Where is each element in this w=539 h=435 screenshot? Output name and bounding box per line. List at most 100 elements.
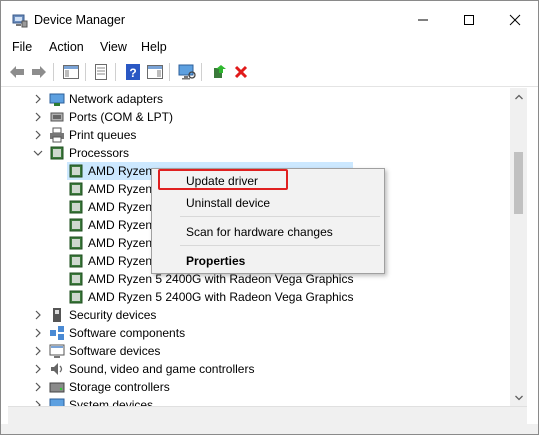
device-manager-app-icon [12, 12, 28, 28]
tree-item-sound-video[interactable]: Sound, video and game controllers [8, 360, 510, 378]
context-menu-properties[interactable]: Properties [186, 254, 245, 268]
context-menu-separator [180, 216, 380, 217]
network-adapter-icon [49, 93, 65, 106]
show-hide-tree-icon [63, 65, 79, 79]
tree-item-label: AMD Ryzen [88, 236, 153, 250]
tree-item-ports[interactable]: Ports (COM & LPT) [8, 108, 510, 126]
context-menu-uninstall-device[interactable]: Uninstall device [186, 196, 270, 210]
tree-item-label: AMD Ryzen [88, 200, 153, 214]
update-driver-button[interactable] [209, 62, 229, 82]
tree-item-label: AMD Ryzen [88, 164, 153, 178]
tree-item-cpu[interactable]: AMD Ryzen 5 2400G with Radeon Vega Graph… [8, 288, 510, 306]
system-device-icon [49, 398, 65, 406]
action-pane-icon [147, 65, 163, 79]
chevron-up-icon [514, 94, 523, 99]
scroll-down-button[interactable] [510, 389, 527, 406]
cpu-chip-icon [69, 272, 83, 286]
menu-action[interactable]: Action [49, 40, 84, 54]
tree-item-storage-controllers[interactable]: Storage controllers [8, 378, 510, 396]
cpu-chip-icon [69, 164, 83, 178]
scan-hardware-button[interactable] [177, 62, 197, 82]
cpu-chip-icon [69, 254, 83, 268]
tree-item-label: Sound, video and game controllers [69, 362, 255, 376]
chevron-down-icon [514, 395, 523, 400]
maximize-icon [464, 15, 474, 25]
properties-button[interactable] [91, 62, 111, 82]
storage-icon [49, 382, 65, 393]
vertical-scrollbar[interactable] [510, 88, 527, 406]
menu-help[interactable]: Help [141, 40, 167, 54]
menu-bar: File Action View Help [1, 39, 538, 58]
scrollbar-thumb[interactable] [514, 152, 523, 214]
tree-item-label: Software components [69, 326, 186, 340]
tree-item-label: AMD Ryzen [88, 218, 153, 232]
menu-view[interactable]: View [100, 40, 127, 54]
back-icon [10, 66, 24, 78]
toolbar-separator [85, 63, 86, 81]
menu-file[interactable]: File [12, 40, 32, 54]
forward-icon [32, 66, 46, 78]
tree-item-label: Print queues [69, 128, 137, 142]
tree-item-software-components[interactable]: Software components [8, 324, 510, 342]
chevron-right-icon[interactable] [33, 130, 43, 140]
tree-item-label: Processors [69, 146, 130, 160]
sound-icon [51, 363, 63, 375]
update-driver-icon [214, 65, 226, 78]
scan-hardware-icon [178, 64, 196, 80]
minimize-icon [418, 19, 428, 21]
chevron-right-icon[interactable] [33, 112, 43, 122]
security-device-icon [53, 308, 61, 322]
chevron-right-icon[interactable] [33, 364, 43, 374]
uninstall-device-button[interactable] [231, 62, 251, 82]
back-button[interactable] [7, 62, 27, 82]
processor-icon [50, 146, 64, 160]
tree-item-system-devices[interactable]: System devices [8, 396, 510, 406]
toolbar-separator [201, 63, 202, 81]
update-driver-highlight-box [158, 169, 288, 190]
toolbar-separator [53, 63, 54, 81]
toolbar-separator [115, 63, 116, 81]
toolbar-separator [169, 63, 170, 81]
cpu-chip-icon [69, 236, 83, 250]
cpu-chip-icon [69, 290, 83, 304]
tree-item-label: System devices [69, 398, 154, 406]
show-hide-tree-button[interactable] [61, 62, 81, 82]
context-menu-scan-hardware[interactable]: Scan for hardware changes [186, 225, 333, 239]
chevron-right-icon[interactable] [33, 94, 43, 104]
tree-item-label: Ports (COM & LPT) [69, 110, 174, 124]
device-manager-window: Device Manager File Action View Help ? N… [0, 0, 539, 435]
minimize-button[interactable] [400, 1, 446, 39]
software-device-icon [49, 344, 65, 358]
action-pane-button[interactable] [145, 62, 165, 82]
close-button[interactable] [492, 1, 538, 39]
tree-item-security-devices[interactable]: Security devices [8, 306, 510, 324]
tree-item-network-adapters[interactable]: Network adapters [8, 90, 510, 108]
tree-item-processors[interactable]: Processors [8, 144, 510, 162]
printer-icon [50, 127, 64, 143]
tree-item-label: AMD Ryzen 5 2400G with Radeon Vega Graph… [88, 272, 354, 286]
maximize-button[interactable] [446, 1, 492, 39]
window-title: Device Manager [34, 13, 126, 27]
tree-item-software-devices[interactable]: Software devices [8, 342, 510, 360]
chevron-down-icon[interactable] [33, 148, 43, 158]
chevron-right-icon[interactable] [33, 310, 43, 320]
properties-icon [95, 64, 107, 80]
scroll-up-button[interactable] [510, 88, 527, 105]
close-icon [509, 14, 521, 26]
forward-button[interactable] [29, 62, 49, 82]
tree-item-label: Security devices [69, 308, 157, 322]
tree-item-label: AMD Ryzen [88, 254, 153, 268]
help-button[interactable]: ? [123, 62, 143, 82]
horizontal-scrollbar[interactable] [8, 406, 527, 424]
chevron-right-icon[interactable] [33, 328, 43, 338]
tree-item-label: Storage controllers [69, 380, 170, 394]
context-menu-separator [180, 245, 380, 246]
uninstall-icon [234, 65, 248, 79]
tree-item-label: Software devices [69, 344, 161, 358]
chevron-right-icon[interactable] [33, 346, 43, 356]
title-bar[interactable]: Device Manager [1, 1, 538, 39]
chevron-right-icon[interactable] [33, 382, 43, 392]
status-bar [1, 424, 538, 434]
tree-item-print-queues[interactable]: Print queues [8, 126, 510, 144]
svg-text:?: ? [129, 66, 136, 80]
